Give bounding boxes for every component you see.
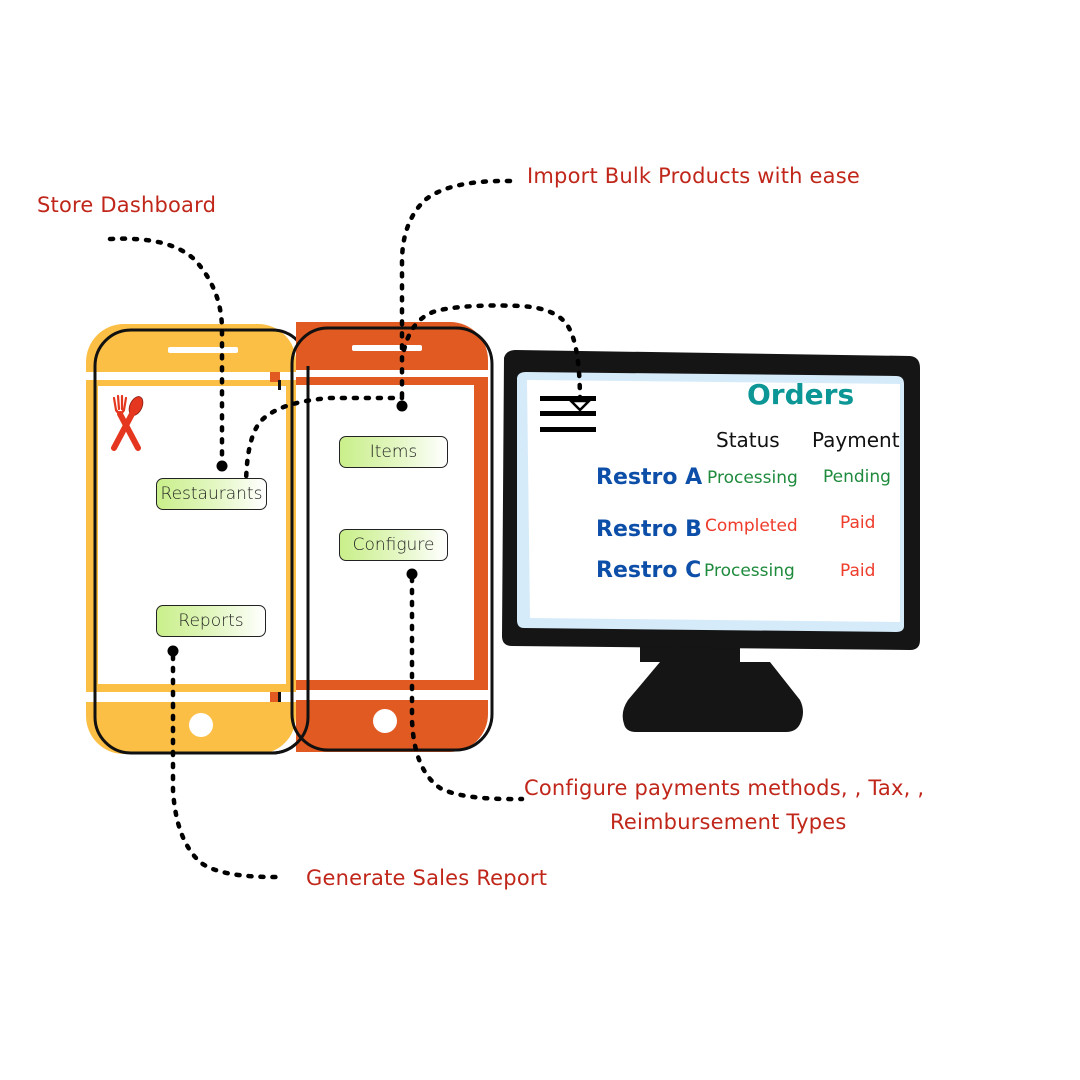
phone-left-top-separator bbox=[86, 372, 296, 380]
phone-left-side-tick-bottom bbox=[278, 692, 281, 702]
payment-column-header: Payment bbox=[812, 428, 900, 452]
callout-sales-report: Generate Sales Report bbox=[306, 866, 548, 890]
orders-title: Orders bbox=[747, 378, 855, 411]
connector-dot-configure bbox=[406, 568, 418, 580]
connector-dot-items bbox=[396, 400, 408, 412]
order-status: Completed bbox=[705, 516, 798, 536]
payment-status: Paid bbox=[840, 561, 876, 581]
phone-left-speaker bbox=[168, 347, 238, 353]
callout-store-dashboard: Store Dashboard bbox=[37, 193, 217, 217]
reports-button[interactable]: Reports bbox=[156, 605, 266, 637]
monitor bbox=[502, 350, 920, 732]
phone-right-top-separator bbox=[296, 370, 488, 377]
order-status: Processing bbox=[704, 561, 795, 581]
phone-left bbox=[86, 324, 310, 755]
restaurant-name: Restro C bbox=[596, 558, 702, 583]
payment-status: Paid bbox=[840, 513, 876, 533]
restaurants-button[interactable]: Restaurants bbox=[156, 478, 267, 510]
diagram-canvas bbox=[86, 178, 920, 880]
connector-dot-restaurants bbox=[216, 460, 228, 472]
payment-status: Pending bbox=[823, 467, 891, 487]
callout-import-bulk: Import Bulk Products with ease bbox=[527, 164, 860, 188]
items-button[interactable]: Items bbox=[339, 436, 448, 468]
phone-right-speaker bbox=[352, 345, 422, 351]
restaurant-name: Restro B bbox=[596, 517, 702, 542]
connector-dot-reports bbox=[167, 645, 179, 657]
monitor-screen bbox=[527, 380, 900, 622]
callout-configure-line1: Configure payments methods, , Tax, , bbox=[524, 776, 925, 800]
order-status: Processing bbox=[707, 468, 798, 488]
phone-left-bottom-separator bbox=[86, 692, 296, 702]
phone-right-home-button[interactable] bbox=[373, 709, 397, 733]
phone-left-home-button[interactable] bbox=[189, 713, 213, 737]
callout-configure-line2: Reimbursement Types bbox=[610, 810, 847, 834]
phone-left-side-tick-top bbox=[278, 380, 281, 390]
restaurant-name: Restro A bbox=[596, 465, 703, 490]
status-column-header: Status bbox=[716, 428, 780, 452]
phone-right-bottom-separator bbox=[296, 690, 488, 700]
configure-button[interactable]: Configure bbox=[339, 529, 448, 561]
